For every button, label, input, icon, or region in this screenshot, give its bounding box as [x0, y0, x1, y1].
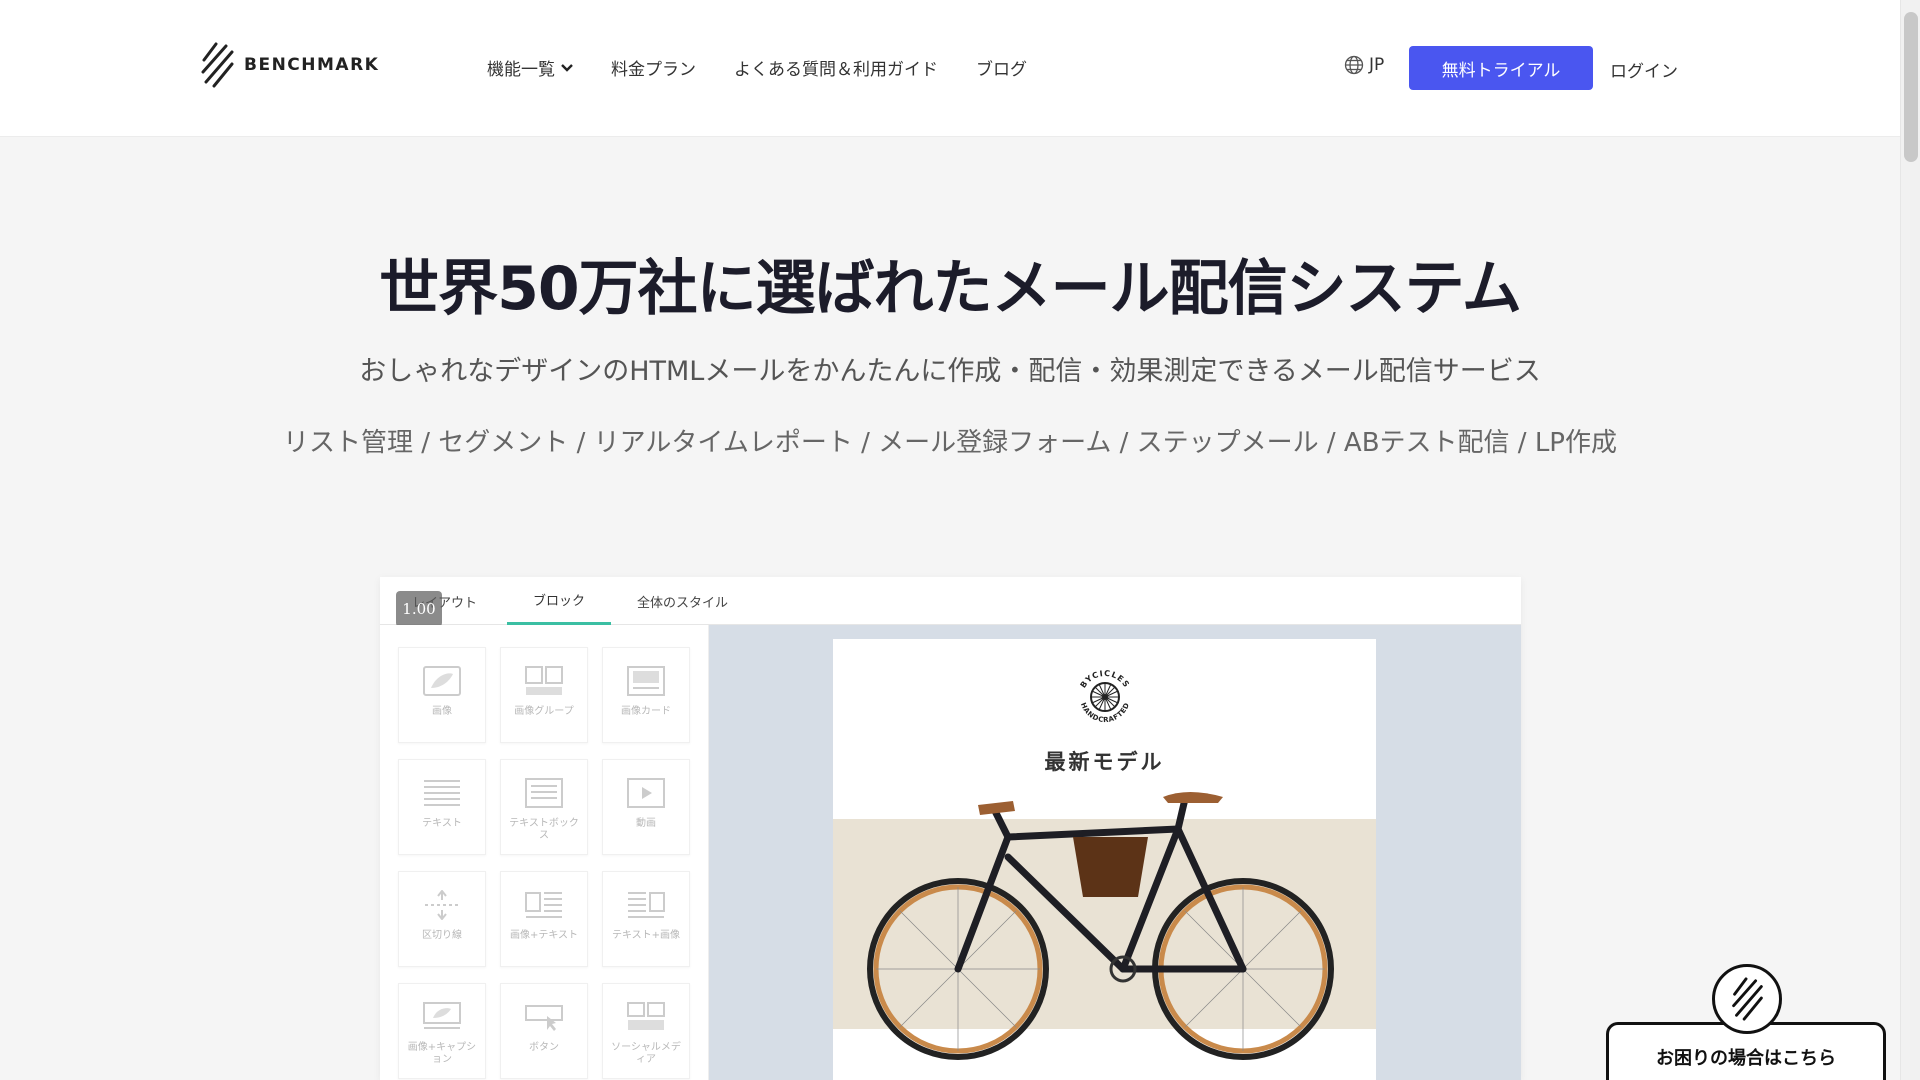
hero-feature-list: リスト管理 / セグメント / リアルタイムレポート / メール登録フォーム /… [283, 428, 1617, 458]
page-scrollbar[interactable] [1900, 0, 1920, 1080]
block-image[interactable]: 画像 [398, 647, 486, 743]
block-palette: 画像 画像グループ 画像カード テキスト テキストボックス 動画 区切り線 画像… [380, 625, 709, 1080]
block-image-card[interactable]: 画像カード [602, 647, 690, 743]
language-selector[interactable]: JP [1344, 55, 1384, 75]
block-image-caption[interactable]: 画像+キャプション [398, 983, 486, 1079]
divider-icon [422, 888, 462, 922]
email-canvas: BYCICLES HANDCRAFTED 最新モデル [709, 625, 1521, 1080]
nav-features[interactable]: 機能一覧 [487, 55, 573, 80]
text-image-icon [626, 888, 666, 922]
email-preview[interactable]: BYCICLES HANDCRAFTED 最新モデル [833, 639, 1376, 1080]
free-trial-button[interactable]: 無料トライアル [1409, 46, 1593, 90]
block-label: ソーシャルメディア [611, 1042, 681, 1065]
nav-features-label: 機能一覧 [487, 60, 555, 80]
image-card-icon [626, 664, 666, 698]
block-label: 画像+テキスト [509, 930, 579, 941]
text-icon [422, 776, 462, 810]
block-text[interactable]: テキスト [398, 759, 486, 855]
chevron-down-icon [561, 63, 573, 72]
nav-faq-label: よくある質問＆利用ガイド [734, 60, 938, 80]
main-nav: 機能一覧 料金プラン よくある質問＆利用ガイド ブログ [487, 55, 1027, 80]
image-caption-icon [422, 1000, 462, 1034]
email-editor-preview: レイアウト ブロック 全体のスタイル 1.00 画像 画像グループ 画像カード [380, 577, 1521, 1080]
zoom-level-badge: 1.00 [396, 591, 442, 627]
block-divider[interactable]: 区切り線 [398, 871, 486, 967]
editor-tabs: レイアウト ブロック 全体のスタイル [380, 577, 1521, 625]
text-box-icon [524, 776, 564, 810]
block-label: 区切り線 [422, 930, 462, 941]
bicycle-photo [833, 779, 1376, 1080]
globe-icon [1344, 55, 1364, 75]
benchmark-logo[interactable]: BENCHMARK [200, 42, 379, 88]
nav-blog[interactable]: ブログ [976, 55, 1027, 80]
block-image-group[interactable]: 画像グループ [500, 647, 588, 743]
button-icon [524, 1000, 564, 1034]
block-label: 画像グループ [514, 706, 574, 717]
block-label: 画像+キャプション [407, 1042, 477, 1065]
block-video[interactable]: 動画 [602, 759, 690, 855]
language-label: JP [1369, 55, 1385, 75]
block-label: ボタン [529, 1042, 559, 1053]
scrollbar-thumb[interactable] [1904, 12, 1918, 162]
nav-pricing-label: 料金プラン [611, 60, 696, 80]
block-label: テキストボックス [509, 818, 579, 841]
block-image-text[interactable]: 画像+テキスト [500, 871, 588, 967]
block-button[interactable]: ボタン [500, 983, 588, 1079]
block-label: 画像 [432, 706, 452, 717]
email-title: 最新モデル [1044, 750, 1165, 774]
tab-block[interactable]: ブロック [507, 577, 612, 625]
benchmark-logo-icon [1732, 977, 1763, 1021]
block-social-media[interactable]: ソーシャルメディア [602, 983, 690, 1079]
hero-subtitle: おしゃれなデザインのHTMLメールをかんたんに作成・配信・効果測定できるメール配… [359, 356, 1541, 387]
image-text-icon [524, 888, 564, 922]
block-text-box[interactable]: テキストボックス [500, 759, 588, 855]
nav-blog-label: ブログ [976, 60, 1027, 80]
help-widget-logo[interactable] [1712, 964, 1782, 1034]
nav-faq-guide[interactable]: よくある質問＆利用ガイド [734, 55, 938, 80]
hero-title: 世界50万社に選ばれたメール配信システム [379, 254, 1522, 324]
block-label: テキスト [422, 818, 462, 829]
wheel-icon [1090, 682, 1120, 712]
video-icon [626, 776, 666, 810]
block-label: テキスト+画像 [611, 930, 681, 941]
site-header: BENCHMARK 機能一覧 料金プラン よくある質問＆利用ガイド ブログ JP… [0, 0, 1900, 137]
nav-pricing[interactable]: 料金プラン [611, 55, 696, 80]
benchmark-logo-icon [201, 42, 234, 88]
block-label: 動画 [636, 818, 656, 829]
logo-text: BENCHMARK [244, 55, 380, 75]
tab-global-style[interactable]: 全体のスタイル [611, 577, 754, 625]
image-group-icon [524, 664, 564, 698]
login-link[interactable]: ログイン [1610, 57, 1678, 82]
bicycle-brand-badge: BYCICLES HANDCRAFTED [1074, 661, 1136, 735]
social-media-icon [626, 1000, 666, 1034]
block-text-image[interactable]: テキスト+画像 [602, 871, 690, 967]
block-label: 画像カード [621, 706, 671, 717]
image-icon [422, 664, 462, 698]
